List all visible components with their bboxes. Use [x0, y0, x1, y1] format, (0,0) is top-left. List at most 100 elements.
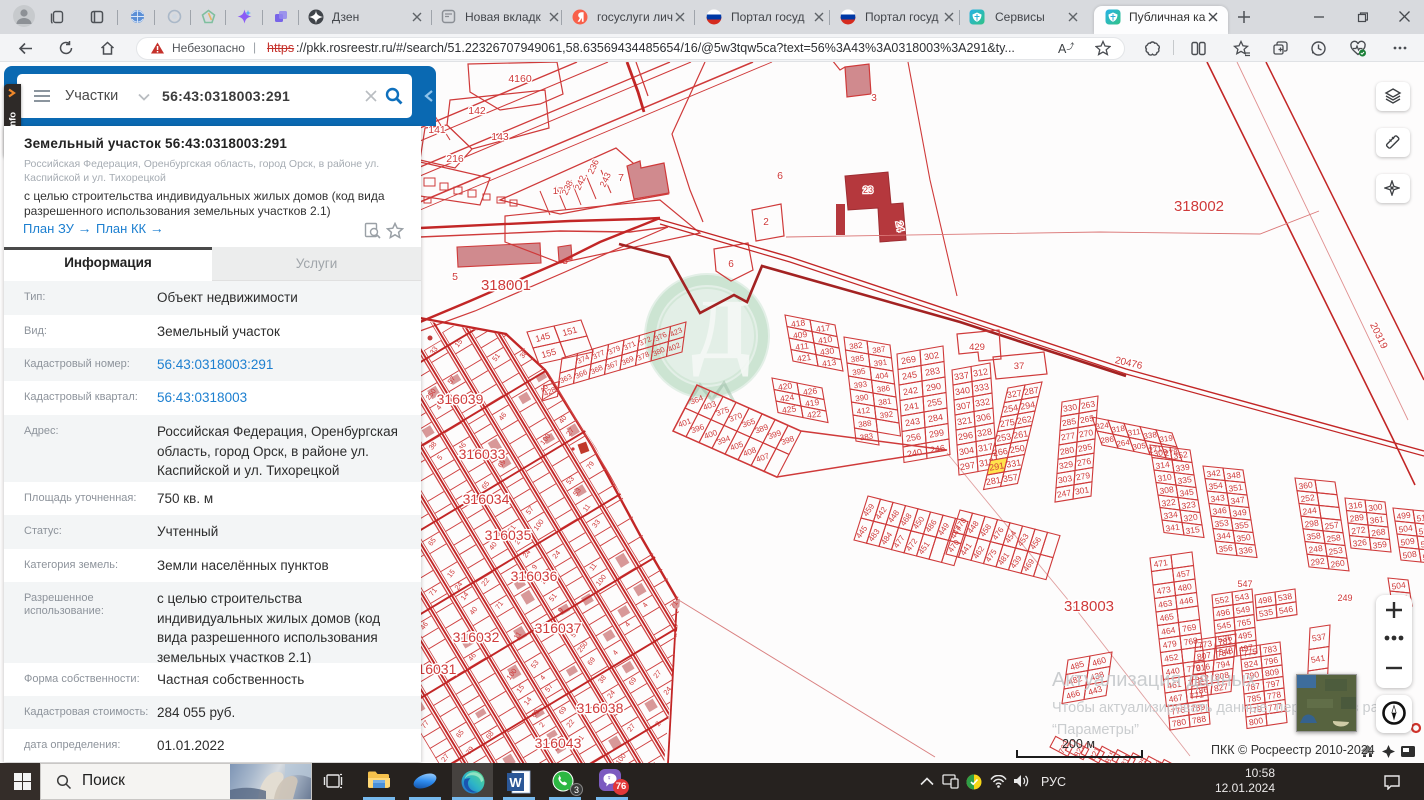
- svg-text:257: 257: [1324, 520, 1340, 532]
- svg-text:429: 429: [969, 342, 985, 353]
- svg-text:318: 318: [1111, 424, 1126, 435]
- svg-text:512: 512: [1418, 525, 1424, 537]
- svg-text:425: 425: [781, 403, 797, 415]
- svg-text:316034: 316034: [463, 491, 510, 507]
- svg-text:413: 413: [821, 357, 837, 369]
- svg-text:346: 346: [1212, 505, 1228, 517]
- svg-text:316: 316: [1348, 499, 1364, 511]
- svg-text:298: 298: [1304, 518, 1320, 530]
- svg-text:322: 322: [1161, 497, 1177, 509]
- svg-text:260: 260: [1330, 558, 1346, 570]
- svg-text:404: 404: [875, 370, 890, 381]
- svg-text:351: 351: [1228, 482, 1244, 494]
- svg-text:412: 412: [856, 405, 871, 416]
- svg-text:252: 252: [1300, 492, 1316, 504]
- svg-text:310: 310: [1157, 472, 1173, 484]
- svg-text:309: 309: [1153, 447, 1169, 459]
- svg-text:4160: 4160: [508, 73, 532, 85]
- svg-text:385: 385: [850, 353, 865, 364]
- svg-text:249: 249: [1337, 593, 1352, 603]
- svg-text:326: 326: [1352, 537, 1368, 549]
- svg-text:361: 361: [1369, 514, 1385, 526]
- svg-text:319: 319: [1159, 433, 1174, 444]
- svg-text:343: 343: [1210, 492, 1226, 504]
- svg-text:143: 143: [491, 131, 509, 143]
- svg-text:248: 248: [1308, 543, 1324, 555]
- svg-text:264: 264: [1116, 438, 1131, 449]
- svg-text:316035: 316035: [485, 527, 532, 543]
- svg-text:316032: 316032: [453, 629, 500, 645]
- svg-text:352: 352: [1173, 449, 1189, 461]
- svg-text:392: 392: [879, 409, 894, 420]
- svg-text:383: 383: [859, 431, 874, 442]
- svg-text:342: 342: [1206, 467, 1222, 479]
- svg-text:24: 24: [894, 221, 906, 233]
- svg-text:3: 3: [871, 93, 877, 104]
- svg-text:504: 504: [1391, 580, 1407, 592]
- svg-text:515: 515: [1416, 512, 1424, 524]
- svg-text:499: 499: [1396, 510, 1412, 522]
- svg-text:356: 356: [1218, 542, 1234, 554]
- svg-text:341: 341: [1165, 522, 1181, 534]
- svg-text:338: 338: [1143, 430, 1158, 441]
- svg-text:382: 382: [849, 340, 864, 351]
- svg-text:381: 381: [878, 396, 893, 407]
- svg-text:289: 289: [1349, 512, 1365, 524]
- svg-text:393: 393: [853, 379, 868, 390]
- svg-text:350: 350: [1236, 532, 1252, 544]
- svg-text:355: 355: [1234, 519, 1250, 531]
- svg-text:5: 5: [452, 271, 458, 283]
- svg-text:23: 23: [863, 185, 873, 195]
- svg-text:358: 358: [1306, 530, 1322, 542]
- svg-text:349: 349: [1232, 507, 1248, 519]
- svg-text:509: 509: [1400, 536, 1416, 548]
- svg-text:305: 305: [1132, 441, 1147, 452]
- svg-text:391: 391: [873, 357, 888, 368]
- svg-text:2: 2: [763, 217, 769, 228]
- svg-text:386: 386: [876, 383, 891, 394]
- svg-text:422: 422: [806, 408, 822, 420]
- svg-text:6: 6: [728, 259, 734, 270]
- svg-text:216: 216: [446, 153, 464, 165]
- svg-text:316037: 316037: [535, 620, 582, 636]
- svg-text:395: 395: [852, 366, 867, 377]
- svg-text:334: 334: [1163, 509, 1179, 521]
- svg-text:353: 353: [1214, 517, 1230, 529]
- svg-text:390: 390: [855, 392, 870, 403]
- svg-text:272: 272: [1351, 524, 1367, 536]
- svg-text:37: 37: [1014, 361, 1025, 372]
- svg-text:336: 336: [1238, 544, 1254, 556]
- svg-text:387: 387: [872, 344, 887, 355]
- svg-text:258: 258: [1326, 532, 1342, 544]
- svg-text:354: 354: [1208, 480, 1224, 492]
- svg-text:360: 360: [1298, 479, 1314, 491]
- svg-text:388: 388: [858, 418, 873, 429]
- svg-text:345: 345: [1179, 487, 1195, 499]
- svg-text:348: 348: [1226, 469, 1242, 481]
- svg-text:359: 359: [1372, 539, 1388, 551]
- svg-text:316039: 316039: [437, 391, 484, 407]
- svg-text:300: 300: [1368, 501, 1384, 513]
- svg-text:316043: 316043: [535, 735, 582, 751]
- svg-text:286: 286: [1100, 435, 1115, 446]
- svg-text:324: 324: [1095, 421, 1110, 432]
- svg-text:323: 323: [1181, 499, 1197, 511]
- svg-text:339: 339: [1175, 462, 1191, 474]
- svg-text:335: 335: [1177, 474, 1193, 486]
- svg-text:318001: 318001: [481, 277, 531, 294]
- svg-text:421: 421: [796, 352, 812, 364]
- svg-text:316038: 316038: [577, 700, 624, 716]
- svg-text:316036: 316036: [511, 568, 558, 584]
- svg-text:Д: Д: [691, 281, 750, 377]
- svg-text:504: 504: [1398, 523, 1414, 535]
- svg-text:292: 292: [1310, 556, 1326, 568]
- svg-text:7: 7: [618, 172, 624, 184]
- svg-text:268: 268: [1371, 526, 1387, 538]
- svg-text:316033: 316033: [459, 446, 506, 462]
- svg-text:320: 320: [1183, 512, 1199, 524]
- svg-text:6: 6: [777, 170, 783, 182]
- svg-text:142: 142: [468, 105, 486, 117]
- svg-text:311: 311: [1127, 427, 1141, 438]
- svg-text:244: 244: [1302, 505, 1318, 517]
- svg-text:314: 314: [1155, 459, 1171, 471]
